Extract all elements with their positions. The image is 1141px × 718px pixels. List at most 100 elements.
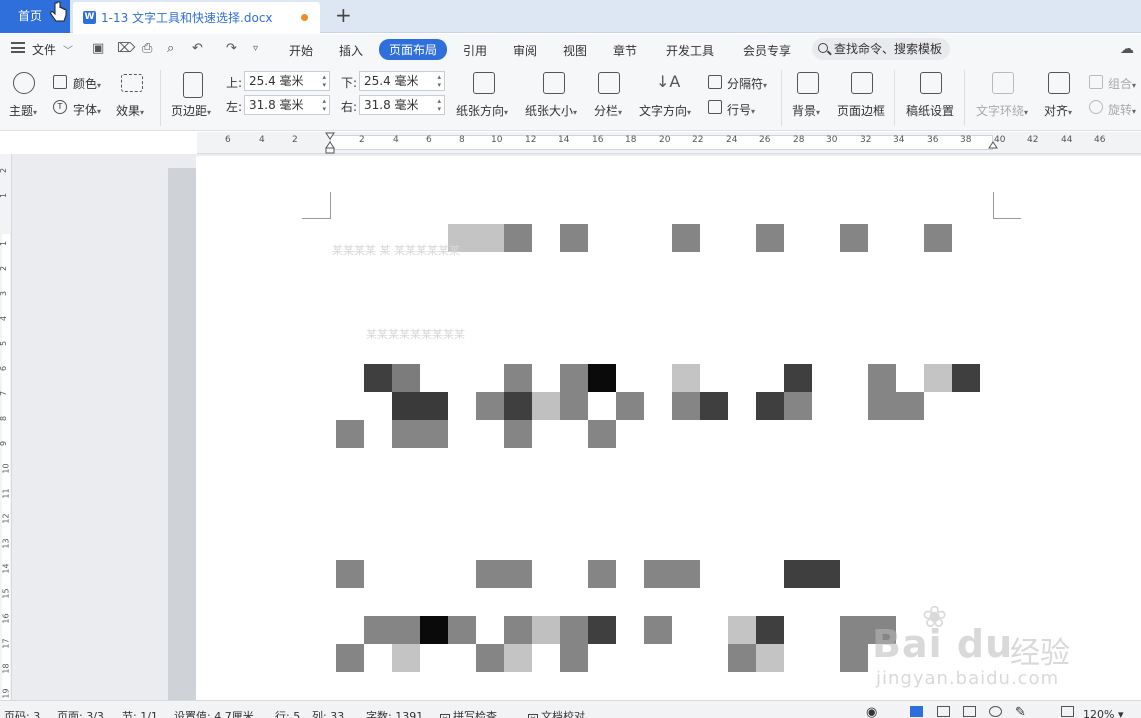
columns-icon[interactable]	[598, 72, 620, 94]
line-numbers-button[interactable]: 行号▾	[727, 101, 755, 118]
status-word-count[interactable]: 字数: 1391	[366, 708, 423, 718]
page-view-icon[interactable]	[910, 706, 923, 717]
manuscript-button[interactable]: 稿纸设置	[906, 102, 954, 119]
proofread-button[interactable]: ×文档校对	[528, 708, 585, 718]
ruler-tick: 13	[1, 538, 11, 549]
undo-icon[interactable]: ↶	[192, 41, 203, 56]
margin-left-input[interactable]: 31.8 毫米 ▴ ▾	[244, 95, 330, 115]
status-pages[interactable]: 页面: 3/3	[57, 708, 104, 718]
save-icon[interactable]: ▣	[92, 41, 104, 56]
new-tab-button[interactable]: +	[335, 4, 352, 26]
chevron-down-icon[interactable]: ﹀	[63, 42, 73, 57]
ruler-tick: 16	[592, 135, 604, 145]
ruler-tick: 2	[292, 135, 298, 145]
theme-button[interactable]: 主题▾	[9, 102, 37, 119]
horizontal-ruler[interactable]: 6 4 2 2 4 6 8 10 12 14 16 18 20 22 24 26…	[197, 132, 1141, 154]
background-button[interactable]: 背景▾	[792, 102, 820, 119]
columns-button[interactable]: 分栏▾	[594, 102, 622, 119]
manuscript-grid-icon[interactable]	[920, 72, 942, 94]
align-button[interactable]: 对齐▾	[1044, 102, 1072, 119]
web-view-icon[interactable]	[989, 706, 1002, 717]
palette-icon[interactable]	[13, 72, 35, 94]
paper-size-icon[interactable]	[543, 72, 565, 94]
margin-top-input[interactable]: 25.4 毫米 ▴ ▾	[244, 71, 330, 91]
search-icon	[818, 43, 828, 53]
margins-icon[interactable]	[183, 72, 203, 98]
ruler-tick: 12	[525, 135, 537, 145]
tab-start[interactable]: 开始	[289, 42, 313, 59]
tab-review[interactable]: 审阅	[513, 42, 537, 59]
status-section[interactable]: 节: 1/1	[122, 708, 158, 718]
effects-icon[interactable]	[121, 74, 143, 92]
orientation-button[interactable]: 纸张方向▾	[456, 102, 508, 119]
margin-right-label: 右:	[341, 100, 358, 114]
tab-document[interactable]: W 1-13 文字工具和快速选择.docx	[73, 2, 320, 33]
tab-references[interactable]: 引用	[463, 42, 487, 59]
ruler-tick: 15	[1, 588, 11, 599]
cloud-icon[interactable]: ☁	[1120, 41, 1134, 57]
print-icon[interactable]: ⎙	[142, 41, 152, 56]
quick-access-more-icon[interactable]: ▿	[253, 43, 258, 54]
indent-marker-icon[interactable]	[325, 132, 335, 154]
tab-view[interactable]: 视图	[563, 42, 587, 59]
breaks-button[interactable]: 分隔符▾	[727, 75, 767, 92]
print-preview-icon[interactable]: ⌕	[167, 41, 174, 56]
command-search[interactable]: 查找命令、搜索模板	[812, 38, 950, 60]
read-view-icon[interactable]	[963, 706, 976, 717]
file-menu[interactable]: 文件	[32, 41, 56, 58]
vertical-ruler[interactable]: 2 1 1 2 3 4 5 6 7 8 9 10 11 12 13 14 15 …	[0, 154, 12, 700]
ruler-tick: 32	[860, 135, 872, 145]
ruler-tick: 38	[960, 135, 972, 145]
text-direction-button[interactable]: 文字方向▾	[639, 102, 691, 119]
write-mode-icon[interactable]: ✎	[1015, 705, 1026, 718]
font-t-icon: T	[53, 100, 67, 114]
line-numbers-icon	[708, 100, 722, 114]
text-direction-icon[interactable]: ↓A	[656, 72, 680, 91]
ruler-tick: 5	[0, 341, 8, 346]
colors-button[interactable]: 颜色▾	[73, 75, 101, 92]
rotate-button: 旋转▾	[1108, 103, 1137, 117]
eye-protection-icon[interactable]: ◉	[866, 705, 877, 718]
margin-bottom-input[interactable]: 25.4 毫米 ▴ ▾	[359, 71, 445, 91]
paper-size-button[interactable]: 纸张大小▾	[525, 102, 577, 119]
margin-right-input[interactable]: 31.8 毫米 ▴ ▾	[359, 95, 445, 115]
ruler-tick: 14	[1, 563, 11, 574]
tab-member[interactable]: 会员专享	[743, 42, 791, 59]
fonts-button[interactable]: 字体▾	[73, 101, 101, 118]
format-painter-icon[interactable]: ⌦	[117, 41, 135, 56]
page-border-button[interactable]: 页面边框	[837, 102, 885, 119]
right-indent-icon[interactable]	[988, 140, 998, 150]
background-icon[interactable]	[797, 72, 819, 94]
zoom-level[interactable]: 120% ▾	[1083, 708, 1123, 718]
hand-cursor-icon	[50, 1, 67, 22]
outline-view-icon[interactable]	[937, 706, 950, 717]
redo-icon[interactable]: ↷	[226, 41, 237, 56]
ribbon: 主题▾ 颜色▾ T 字体▾ 效果▾ 页边距▾ 上: 25.4 毫米 ▴ ▾ 下: 2…	[0, 64, 1141, 131]
baidu-watermark: ❀ Bai du 经验 jingyan.baidu.com	[870, 600, 1080, 696]
tab-developer[interactable]: 开发工具	[666, 42, 714, 59]
watermark-jingyan: 经验	[1010, 636, 1070, 671]
tab-insert[interactable]: 插入	[339, 42, 363, 59]
margins-button[interactable]: 页边距▾	[171, 102, 211, 119]
status-col[interactable]: 列: 33	[312, 708, 344, 718]
fit-page-icon[interactable]	[1061, 706, 1074, 717]
ruler-tick: 18	[625, 135, 637, 145]
effects-button[interactable]: 效果▾	[116, 102, 144, 119]
tab-page-layout[interactable]: 页面布局	[379, 39, 448, 60]
orientation-icon[interactable]	[473, 72, 495, 94]
status-page-number[interactable]: 页码: 3	[4, 708, 40, 718]
ruler-tick: 4	[259, 135, 265, 145]
tab-chapter[interactable]: 章节	[613, 42, 637, 59]
status-position[interactable]: 设置值: 4.7厘米	[174, 708, 254, 718]
unsaved-dot-icon	[301, 14, 308, 21]
page-border-icon[interactable]	[851, 72, 873, 94]
ruler-tick: 4	[393, 135, 399, 145]
spell-check-button[interactable]: ×拼写检查	[440, 708, 497, 718]
status-row[interactable]: 行: 5	[275, 708, 300, 718]
ruler-tick: 30	[826, 135, 838, 145]
ruler-tick: 28	[793, 135, 805, 145]
align-icon[interactable]	[1048, 72, 1070, 94]
ruler-tick: 10	[491, 135, 503, 145]
menu-icon[interactable]	[11, 42, 25, 53]
ruler-tick: 44	[1061, 135, 1073, 145]
